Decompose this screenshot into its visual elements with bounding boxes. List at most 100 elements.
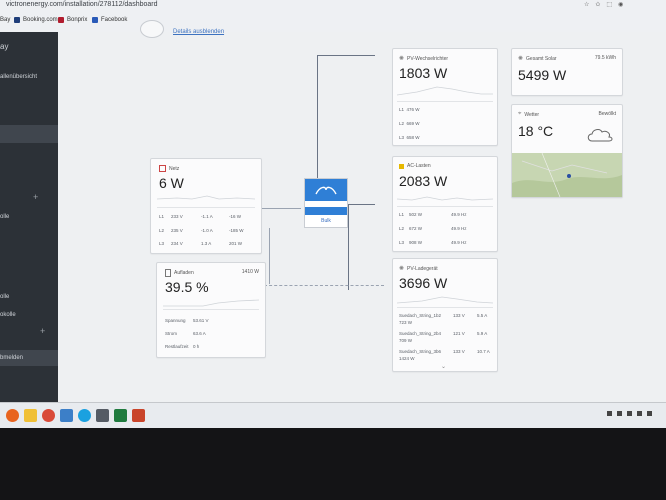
solar-total-title: Gesamt Solar: [526, 55, 557, 62]
divider: [397, 206, 493, 207]
address-bar[interactable]: victronenergy.com/installation/278112/da…: [6, 1, 158, 8]
grid-card[interactable]: Netz 6 W L1 233 V -1.1 A -16 W L2 235 V -1.0 …: [150, 158, 262, 254]
bookmark-booking[interactable]: Booking.com: [14, 17, 58, 23]
weather-title: Wetter: [524, 111, 540, 118]
inverter-box[interactable]: Bulk: [304, 178, 348, 228]
divider: [397, 101, 493, 102]
sidebar-item-1[interactable]: olle: [0, 214, 9, 220]
collapse-toggle[interactable]: [140, 20, 164, 38]
pv-string-row-2: Suedach_String_2b4 121 V 5.9 A 709 W: [399, 331, 488, 343]
tray-icon[interactable]: [617, 411, 622, 416]
explorer-icon[interactable]: [24, 409, 37, 422]
weather-map[interactable]: [512, 153, 622, 197]
solar-total-value: 5499 W: [518, 67, 567, 83]
battery-icon: [165, 269, 171, 277]
grid-title: Netz: [169, 165, 180, 172]
powerpoint-icon[interactable]: [132, 409, 145, 422]
extension-icon[interactable]: ⬚: [606, 1, 612, 10]
pv-inverter-value: 1803 W: [399, 65, 448, 81]
weather-card[interactable]: ⌖ Wetter Bewölkt 18 °C: [511, 104, 623, 198]
excel-icon[interactable]: [114, 409, 127, 422]
pv-inverter-card[interactable]: ✺ PV-Wechselrichter 1803 W L1 476 W L2 6…: [392, 48, 498, 146]
hide-details-link[interactable]: Details ausblenden: [173, 29, 224, 35]
skype-icon[interactable]: [78, 409, 91, 422]
sidebar-item-3[interactable]: okolle: [0, 312, 16, 318]
connector-line: [317, 55, 375, 56]
monitor-bezel: [0, 428, 666, 500]
tray-icon[interactable]: [637, 411, 642, 416]
connector-line: [348, 204, 349, 290]
ac-loads-sparkline: [397, 196, 493, 201]
solar-total-card[interactable]: ✺ Gesamt Solar 79.5 kWh 5499 W: [511, 48, 623, 96]
location-icon: ⌖: [518, 111, 522, 117]
connector-line: [264, 285, 384, 287]
weather-condition: Bewölkt: [598, 111, 616, 117]
map-terrain: [512, 153, 622, 197]
add-icon[interactable]: +: [33, 192, 38, 202]
divider: [397, 307, 493, 308]
pv-charger-title: PV-Ladegerät: [407, 265, 438, 272]
sidebar-item-title[interactable]: ay: [0, 42, 8, 51]
plug-icon: [399, 163, 404, 169]
browser-toolbar-icons: ☆ ✩ ⬚ ◉: [584, 1, 644, 10]
pv-charger-sparkline: [397, 296, 493, 304]
taskbar-apps: [6, 409, 145, 422]
tray-icon[interactable]: [627, 411, 632, 416]
divider: [157, 207, 255, 208]
cloud-icon: [587, 129, 613, 142]
inverter-state: Bulk: [321, 218, 331, 224]
chrome-icon[interactable]: [42, 409, 55, 422]
divider: [163, 309, 259, 310]
calculator-icon[interactable]: [96, 409, 109, 422]
taskbar: [0, 402, 666, 429]
connector-line: [269, 228, 270, 284]
weather-temp: 18 °C: [518, 123, 554, 139]
sun-icon: ✺: [399, 266, 405, 272]
tray-icon[interactable]: [647, 411, 652, 416]
facebook-icon: [92, 17, 98, 23]
solar-total-kwh: 79.5 kWh: [594, 55, 616, 61]
dashboard: Details ausblenden Netz 6 W L1 233 V -1.1 …: [58, 20, 666, 402]
bookmark-ebay[interactable]: Bay: [0, 17, 10, 23]
bookmark-facebook[interactable]: Facebook: [92, 17, 127, 23]
victron-logo-icon: [305, 179, 347, 201]
browser-chrome: victronenergy.com/installation/278112/da…: [0, 0, 666, 33]
profile-icon[interactable]: ◉: [618, 1, 623, 10]
pv-charger-card[interactable]: ✺ PV-Ladegerät 3696 W Suedach_String_1b2…: [392, 258, 498, 372]
pv-string-row-3: Suedach_String_3b6 133 V 10.7 A 1424 W: [399, 349, 490, 361]
firefox-icon[interactable]: [6, 409, 19, 422]
ac-loads-card[interactable]: AC-Lasten 2083 W L1 502 W 49.9 Hz L2 672 W4…: [392, 156, 498, 252]
sun-icon: ✺: [518, 56, 524, 62]
location-marker: [567, 174, 571, 178]
bookmark-bonprix[interactable]: Bonprix: [58, 17, 87, 23]
sidebar-item-overview[interactable]: allenübersicht: [0, 74, 37, 80]
pv-inverter-title: PV-Wechselrichter: [407, 55, 449, 62]
system-tray: [607, 411, 652, 416]
battery-soc: 39.5 %: [165, 279, 209, 295]
ac-loads-value: 2083 W: [399, 173, 448, 189]
app-icon[interactable]: [60, 409, 73, 422]
lock-icon: ☆: [584, 2, 590, 8]
pv-charger-value: 3696 W: [399, 275, 448, 291]
grid-sparkline: [157, 195, 255, 200]
pv-string-row-1: Suedach_String_1b2 133 V 5.5 A 723 W: [399, 313, 488, 325]
sidebar-item-logout[interactable]: bmelden: [0, 355, 23, 361]
pv-inverter-row-l2: L2 669 W: [399, 121, 420, 126]
battery-sparkline: [163, 299, 259, 307]
star-icon[interactable]: ✩: [595, 1, 600, 10]
sidebar-item-active[interactable]: [0, 125, 58, 143]
sun-icon: ✺: [399, 56, 405, 62]
pv-inverter-row-l1: L1 476 W: [399, 107, 420, 112]
battery-card[interactable]: Aufladen 1410 W 39.5 % Spannung 53.61 V S…: [156, 262, 266, 358]
ac-loads-title: AC-Lasten: [407, 163, 431, 169]
pv-inverter-sparkline: [397, 86, 493, 96]
battery-title: Aufladen: [174, 270, 194, 276]
chevron-down-icon[interactable]: ⌄: [441, 363, 446, 370]
add-icon-2[interactable]: +: [40, 326, 45, 336]
tray-icon[interactable]: [607, 411, 612, 416]
grid-value: 6 W: [159, 175, 184, 191]
booking-icon: [14, 17, 20, 23]
battery-power: 1410 W: [241, 269, 259, 275]
inverter-bar: [305, 207, 347, 215]
sidebar-item-2[interactable]: olle: [0, 294, 9, 300]
